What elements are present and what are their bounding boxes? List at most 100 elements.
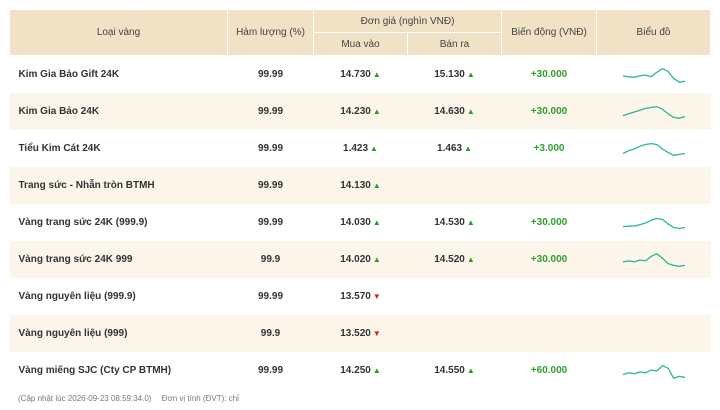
buy-price-cell-value: 14.130	[340, 180, 371, 191]
change-cell-value: +3.000	[533, 143, 565, 154]
table-row: Kim Gia Bảo 24K 99.99 14.230 ▲ 14.630 ▲ +30.00…	[9, 93, 711, 130]
buy-price-cell-value: 1.423	[343, 143, 369, 154]
sparkline-cell	[596, 315, 711, 352]
sparkline-path	[622, 364, 685, 379]
sparkline-cell	[597, 352, 711, 389]
purity-cell-value: 99.9	[260, 254, 281, 265]
arrow-up-icon: ▲	[466, 255, 475, 264]
sparkline-chart[interactable]	[621, 138, 687, 160]
sparkline-cell	[597, 130, 711, 167]
arrow-up-icon: ▲	[372, 107, 381, 116]
sparkline-path	[622, 142, 685, 156]
change-cell	[501, 315, 597, 352]
gold-type-cell: Vàng trang sức 24K 999	[9, 241, 228, 278]
sell-price-cell-value: 14.630	[434, 106, 465, 117]
sell-price-cell: 14.530 ▲	[408, 204, 502, 241]
buy-price-cell-value: 13.520	[340, 328, 371, 339]
sparkline-cell	[596, 93, 711, 130]
buy-price-cell: 1.423 ▲	[314, 130, 408, 167]
sell-price-cell	[407, 167, 502, 204]
buy-price-cell: 14.030 ▲	[314, 204, 408, 241]
sparkline-cell	[597, 56, 711, 94]
change-cell: +3.000	[502, 130, 597, 167]
change-cell: +30.000	[502, 204, 597, 241]
sell-price-cell-value: 1.463	[437, 143, 463, 154]
table-row: Trang sức - Nhẫn tròn BTMH 99.99 14.130 ▲	[9, 167, 711, 204]
gold-type-cell: Kim Gia Bảo Gift 24K	[10, 56, 228, 94]
gold-type-cell: Vàng miếng SJC (Cty CP BTMH)	[10, 352, 228, 389]
gold-type-cell: Tiểu Kim Cát 24K	[10, 130, 228, 167]
gold-type-cell-value: Vàng nguyên liệu (999)	[18, 328, 128, 339]
buy-price-cell: 13.570 ▼	[314, 278, 408, 315]
purity-cell-value: 99.99	[257, 106, 284, 117]
change-cell-value: +30.000	[530, 106, 568, 117]
purity-cell-value: 99.99	[257, 365, 284, 376]
change-cell: +30.000	[502, 56, 597, 94]
sparkline-cell	[597, 278, 711, 315]
sparkline-chart[interactable]	[621, 64, 687, 86]
sparkline-path	[622, 217, 685, 229]
sell-price-cell: 14.630 ▲	[407, 93, 502, 130]
gold-type-cell: Vàng nguyên liệu (999.9)	[10, 278, 228, 315]
sparkline-chart[interactable]	[621, 212, 687, 234]
update-timestamp: (Cập nhật lúc 2026-09-23 08:59:34.0)	[18, 394, 152, 403]
buy-price-cell-value: 13.570	[340, 291, 371, 302]
purity-cell: 99.99	[228, 130, 314, 167]
gold-type-cell: Vàng trang sức 24K (999.9)	[10, 204, 228, 241]
gold-type-cell-value: Vàng miếng SJC (Cty CP BTMH)	[18, 365, 172, 376]
buy-price-cell: 14.230 ▲	[313, 93, 408, 130]
change-cell: +30.000	[501, 93, 597, 130]
buy-price-cell: 14.250 ▲	[314, 352, 408, 389]
sparkline-chart[interactable]	[621, 360, 687, 382]
buy-price-cell-value: 14.020	[340, 254, 371, 265]
buy-price-cell-value: 14.030	[340, 217, 371, 228]
buy-price-cell: 14.130 ▲	[313, 167, 408, 204]
sparkline-cell	[596, 241, 711, 278]
gold-type-cell-value: Vàng trang sức 24K 999	[18, 254, 133, 265]
arrow-up-icon: ▲	[372, 366, 381, 375]
arrow-up-icon: ▲	[466, 366, 475, 375]
sparkline-path	[622, 67, 685, 83]
purity-cell-value: 99.99	[257, 143, 284, 154]
purity-cell: 99.9	[227, 241, 314, 278]
gold-type-cell-value: Tiểu Kim Cát 24K	[18, 143, 101, 154]
sparkline-cell	[597, 204, 711, 241]
arrow-up-icon: ▲	[466, 218, 475, 227]
gold-type-cell: Trang sức - Nhẫn tròn BTMH	[9, 167, 228, 204]
arrow-down-icon: ▼	[372, 292, 381, 301]
buy-price-cell-value: 14.230	[340, 106, 371, 117]
sell-price-cell: 14.550 ▲	[408, 352, 502, 389]
sparkline-chart[interactable]	[621, 249, 687, 271]
table-row: Vàng trang sức 24K 999 99.9 14.020 ▲ 14.520 ▲…	[9, 241, 711, 278]
sell-price-cell	[407, 315, 502, 352]
col-header-sell: Bán ra	[406, 32, 503, 56]
purity-cell: 99.99	[228, 278, 314, 315]
purity-cell: 99.99	[227, 167, 314, 204]
col-header-buy: Mua vào	[313, 32, 408, 56]
buy-price-cell: 13.520 ▼	[313, 315, 408, 352]
gold-type-cell: Vàng nguyên liệu (999)	[9, 315, 228, 352]
sparkline-chart[interactable]	[621, 101, 687, 123]
change-cell	[501, 167, 597, 204]
arrow-up-icon: ▲	[372, 218, 381, 227]
table-row: Kim Gia Bảo Gift 24K 99.99 14.730 ▲ 15.130 ▲ +…	[10, 56, 711, 94]
table-row: Vàng miếng SJC (Cty CP BTMH) 99.99 14.250 ▲…	[10, 352, 711, 389]
change-cell-value: +30.000	[530, 69, 568, 80]
col-header-type: Loại vàng	[9, 9, 228, 56]
gold-type-cell-value: Kim Gia Bảo Gift 24K	[18, 69, 120, 80]
purity-cell-value: 99.9	[260, 328, 281, 339]
table-row: Vàng nguyên liệu (999) 99.9 13.520 ▼	[9, 315, 711, 352]
arrow-up-icon: ▲	[372, 70, 381, 79]
sell-price-cell: 1.463 ▲	[408, 130, 502, 167]
purity-cell-value: 99.99	[257, 217, 284, 228]
sell-price-cell-value: 14.530	[434, 217, 465, 228]
change-cell: +30.000	[501, 241, 597, 278]
unit-note: Đơn vị tính (ĐVT): chỉ	[161, 394, 239, 403]
table-row: Vàng nguyên liệu (999.9) 99.99 13.570 ▼	[10, 278, 711, 315]
sparkline-path	[622, 252, 685, 267]
table-row: Tiểu Kim Cát 24K 99.99 1.423 ▲ 1.463 ▲ +3.000	[10, 130, 711, 167]
arrow-up-icon: ▲	[372, 181, 381, 190]
col-header-change: Biến động (VNĐ)	[501, 9, 598, 56]
purity-cell: 99.99	[228, 204, 314, 241]
arrow-down-icon: ▼	[372, 329, 381, 338]
